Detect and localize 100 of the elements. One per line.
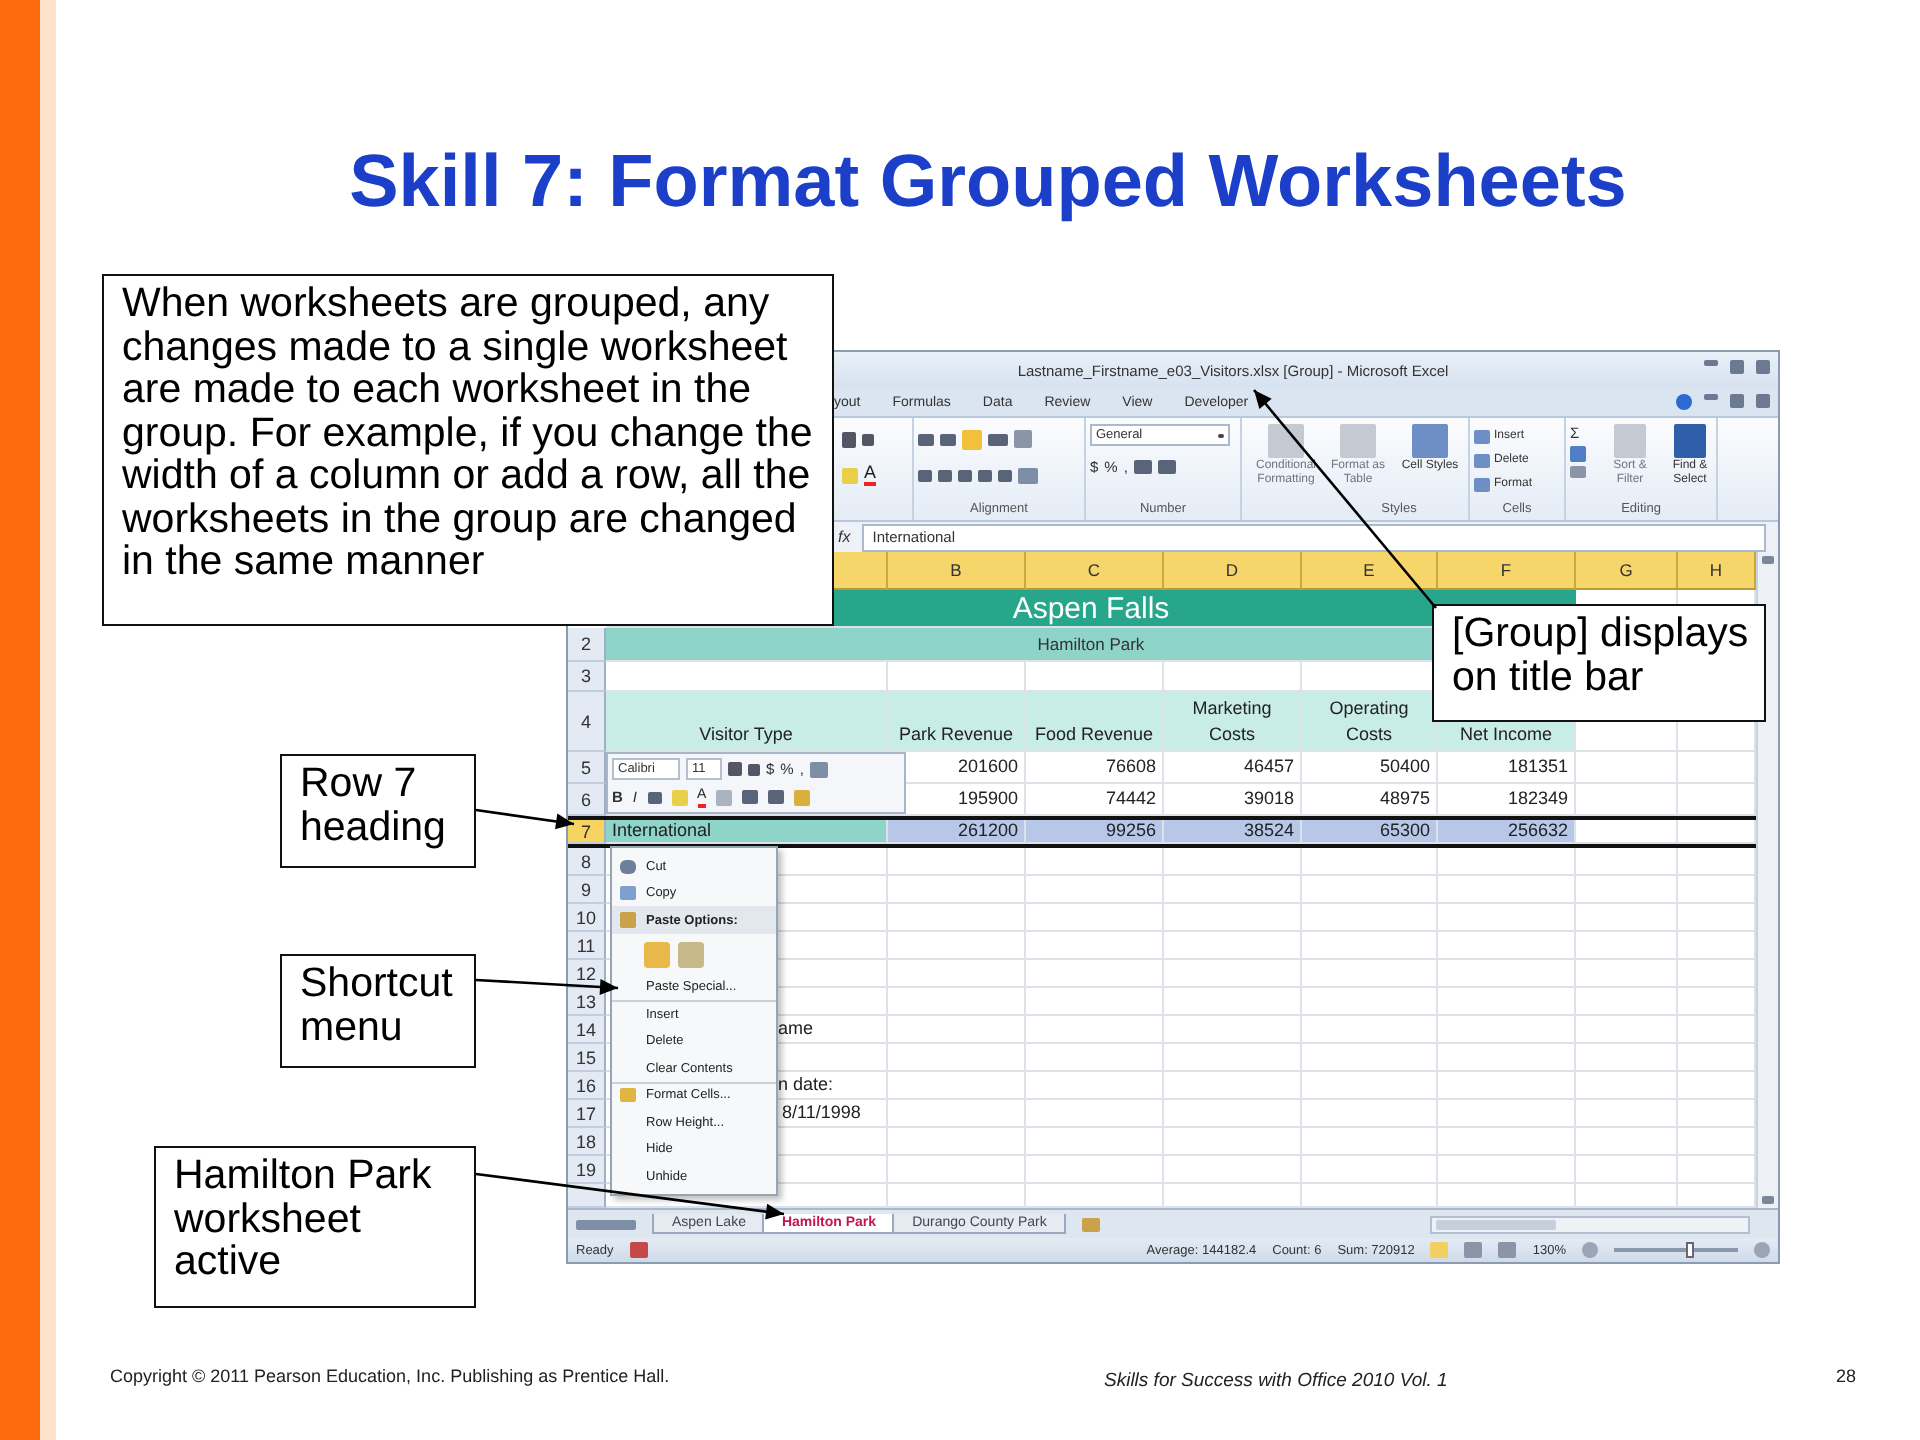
zoom-slider-thumb[interactable] — [1686, 1242, 1695, 1258]
column-header-cell: Operating Costs — [1302, 692, 1438, 752]
table-cell — [1026, 1156, 1164, 1184]
table-cell — [1302, 988, 1438, 1016]
font-color-button[interactable]: A — [864, 464, 877, 486]
column-heading[interactable]: D — [1164, 552, 1302, 590]
row-heading[interactable]: 16 — [568, 1072, 606, 1100]
row-heading[interactable]: 19 — [568, 1156, 606, 1184]
table-cell — [1164, 1072, 1302, 1100]
callout-arrow — [475, 978, 619, 995]
table-cell — [1576, 876, 1678, 904]
row-heading[interactable] — [568, 1184, 606, 1208]
table-cell — [1026, 662, 1164, 692]
row-heading[interactable]: 6 — [568, 784, 606, 816]
table-cell — [888, 876, 1026, 904]
table-cell: 46457 — [1164, 752, 1302, 784]
table-cell — [1576, 784, 1678, 816]
table-cell — [1576, 1044, 1678, 1072]
row-heading[interactable]: 11 — [568, 932, 606, 960]
table-cell — [888, 932, 1026, 960]
column-header-cell: Food Revenue — [1026, 692, 1164, 752]
row-heading[interactable]: 5 — [568, 752, 606, 784]
table-cell — [1438, 876, 1576, 904]
row-heading[interactable]: 4 — [568, 692, 606, 752]
table-cell — [888, 1072, 1026, 1100]
column-heading[interactable]: G — [1576, 552, 1678, 590]
table-cell — [1164, 1016, 1302, 1044]
table-cell — [888, 960, 1026, 988]
table-cell — [1302, 1016, 1438, 1044]
table-cell — [1302, 1100, 1438, 1128]
table-cell — [1164, 1156, 1302, 1184]
table-cell — [1678, 876, 1756, 904]
table-cell — [1164, 662, 1302, 692]
table-cell — [1302, 1044, 1438, 1072]
column-heading[interactable]: H — [1678, 552, 1756, 590]
table-cell: 65300 — [1302, 820, 1438, 844]
table-cell — [1678, 988, 1756, 1016]
row-heading[interactable]: 17 — [568, 1100, 606, 1128]
table-cell — [1164, 1044, 1302, 1072]
row-heading[interactable]: 13 — [568, 988, 606, 1016]
row-heading[interactable]: 18 — [568, 1128, 606, 1156]
table-cell — [1678, 904, 1756, 932]
column-heading[interactable] — [834, 552, 888, 590]
slide-title: Skill 7: Format Grouped Worksheets — [347, 140, 1629, 224]
table-cell — [1678, 1072, 1756, 1100]
table-cell — [1678, 848, 1756, 876]
table-cell — [1026, 932, 1164, 960]
table-cell — [1164, 1128, 1302, 1156]
table-cell — [1576, 988, 1678, 1016]
table-cell — [1026, 848, 1164, 876]
column-header-cell: Park Revenue — [888, 692, 1026, 752]
table-cell — [1678, 820, 1756, 844]
row-heading[interactable]: 8 — [568, 848, 606, 876]
table-cell — [1438, 960, 1576, 988]
row-heading[interactable]: 14 — [568, 1016, 606, 1044]
table-cell — [1164, 876, 1302, 904]
table-cell — [1678, 932, 1756, 960]
column-heading[interactable]: C — [1026, 552, 1164, 590]
table-cell — [888, 1156, 1026, 1184]
table-cell — [1576, 1072, 1678, 1100]
table-cell — [1438, 1128, 1576, 1156]
column-header-cell: Visitor Type — [606, 692, 888, 752]
table-cell — [888, 988, 1026, 1016]
table-cell — [1576, 1156, 1678, 1184]
row-heading[interactable]: 2 — [568, 628, 606, 662]
row-heading[interactable]: 15 — [568, 1044, 606, 1072]
vertical-scrollbar[interactable] — [1756, 552, 1778, 1208]
table-cell — [1678, 960, 1756, 988]
row-heading[interactable]: 3 — [568, 662, 606, 692]
row-heading[interactable]: 9 — [568, 876, 606, 904]
table-cell — [1678, 752, 1756, 784]
table-cell — [888, 1044, 1026, 1072]
table-cell — [1438, 1100, 1576, 1128]
callout-text: Shortcut menu — [280, 954, 476, 1068]
row-heading[interactable]: 7 — [568, 820, 606, 844]
column-heading[interactable]: E — [1302, 552, 1438, 590]
function-label[interactable]: fx — [838, 528, 851, 546]
table-cell — [1164, 960, 1302, 988]
callout-text: Hamilton Park worksheet active — [154, 1146, 476, 1308]
table-cell — [1026, 876, 1164, 904]
table-cell — [1164, 904, 1302, 932]
row-heading[interactable]: 10 — [568, 904, 606, 932]
table-cell — [1438, 1156, 1576, 1184]
column-heading[interactable]: F — [1438, 552, 1576, 590]
table-cell — [1438, 1072, 1576, 1100]
table-cell — [1438, 848, 1576, 876]
table-cell — [1164, 1100, 1302, 1128]
column-header-cell: Marketing Costs — [1164, 692, 1302, 752]
table-cell — [1678, 1128, 1756, 1156]
table-cell: 76608 — [1026, 752, 1164, 784]
table-cell — [1026, 1016, 1164, 1044]
horizontal-scrollbar[interactable] — [1430, 1215, 1750, 1233]
table-cell: 261200 — [888, 820, 1026, 844]
column-heading[interactable]: B — [888, 552, 1026, 590]
table-cell — [1678, 1044, 1756, 1072]
table-cell — [1438, 1016, 1576, 1044]
table-cell: 182349 — [1438, 784, 1576, 816]
table-cell — [1026, 960, 1164, 988]
table-cell — [1302, 876, 1438, 904]
table-cell: 99256 — [1026, 820, 1164, 844]
